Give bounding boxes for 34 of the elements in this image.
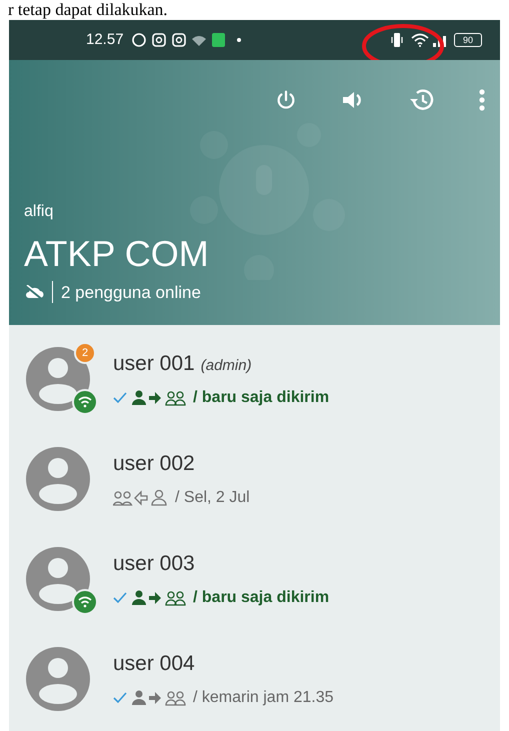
- last-message-status: / baru saja dikirim: [193, 388, 330, 408]
- menu-button[interactable]: [479, 89, 485, 111]
- history-button[interactable]: [409, 88, 435, 112]
- user-name: user 004: [113, 651, 195, 678]
- wifi-notification-icon: [192, 34, 206, 46]
- camera-notification-icon: [172, 33, 186, 47]
- camera-notification-icon: [152, 33, 166, 47]
- power-button[interactable]: [275, 89, 297, 111]
- unread-badge: 2: [74, 342, 96, 364]
- chat-notification-icon: [132, 33, 146, 47]
- online-count: 2 pengguna online: [61, 282, 201, 304]
- user-name: alfiq: [24, 202, 54, 222]
- user-name: user 001: [113, 351, 195, 378]
- check-icon: [113, 692, 127, 704]
- last-message-status: / Sel, 2 Jul: [175, 488, 250, 508]
- user-name: user 003: [113, 551, 195, 578]
- check-icon: [113, 392, 127, 404]
- avatar-icon: [26, 647, 90, 711]
- status-time: 12.57: [86, 30, 124, 50]
- vibrate-icon: [391, 33, 403, 47]
- avatar-icon: [26, 547, 90, 611]
- user-name: user 002: [113, 451, 195, 478]
- cloud-off-icon: [24, 285, 44, 300]
- app-notification-icon: [212, 33, 225, 47]
- channel-title: ATKP COM: [24, 232, 210, 276]
- dot-icon: [236, 38, 241, 42]
- battery-indicator: 90: [454, 33, 482, 47]
- document-text: r tetap dapat dilakukan.: [8, 0, 168, 20]
- avatar-icon: [26, 447, 90, 511]
- user-role: (admin): [200, 356, 252, 376]
- check-icon: [113, 592, 127, 604]
- last-message-status: / kemarin jam 21.35: [193, 688, 334, 708]
- last-message-status: / baru saja dikirim: [193, 588, 330, 608]
- wifi-icon: [411, 33, 429, 47]
